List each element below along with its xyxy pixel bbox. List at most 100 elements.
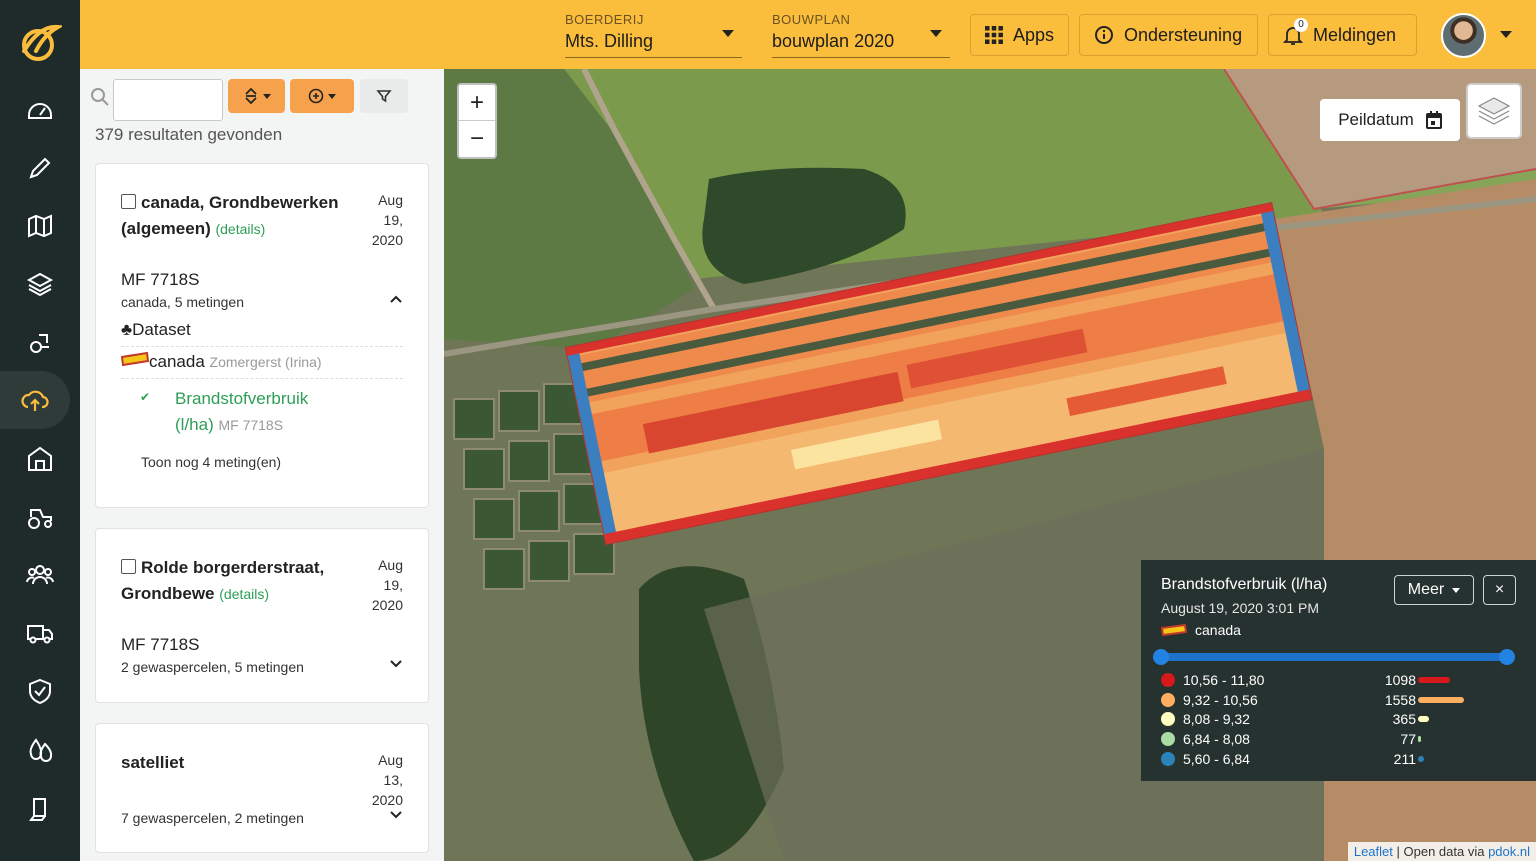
top-bar: BOERDERIJ Mts. Dilling BOUWPLAN bouwplan…: [80, 0, 1536, 69]
legend-crop-name: canada: [1195, 622, 1241, 638]
legend-class-row[interactable]: 8,08 - 9,32 365: [1161, 709, 1501, 729]
card-checkbox[interactable]: [121, 559, 136, 574]
barn-icon[interactable]: [0, 430, 80, 488]
leaflet-link[interactable]: Leaflet: [1354, 844, 1393, 859]
plus-circle-icon: [308, 88, 324, 104]
details-link[interactable]: (details): [215, 221, 265, 237]
crop-variety: Zomergerst (Irina): [209, 354, 322, 370]
layers-icon[interactable]: [0, 255, 80, 313]
add-button[interactable]: [290, 79, 354, 113]
zoom-in-button[interactable]: +: [459, 85, 495, 121]
avatar[interactable]: [1441, 13, 1486, 58]
legend-range: 10,56 - 11,80: [1183, 672, 1265, 688]
calendar-icon: [1425, 111, 1442, 129]
map-view[interactable]: + − Peildatum Brandstofverbruik (l/ha) A…: [444, 69, 1536, 861]
logo-icon[interactable]: [0, 0, 80, 86]
legend-panel: Brandstofverbruik (l/ha) August 19, 2020…: [1141, 560, 1536, 781]
meer-dropdown[interactable]: Meer: [1394, 575, 1474, 605]
notifications-button[interactable]: 0 Meldingen: [1268, 14, 1417, 56]
measurement-link[interactable]: Brandstofverbruik (l/ha) MF 7718S: [175, 386, 375, 438]
legend-class-row[interactable]: 6,84 - 8,08 77: [1161, 729, 1501, 749]
cloud-upload-icon[interactable]: [0, 371, 70, 429]
results-sidebar: 379 resultaten gevonden canada, Grondbew…: [80, 69, 444, 861]
tractor-icon[interactable]: [0, 488, 80, 546]
drops-icon[interactable]: [0, 720, 80, 778]
truck-icon[interactable]: [0, 604, 80, 662]
card-meta: 7 gewaspercelen, 2 metingen: [121, 810, 304, 826]
check-icon: ✔: [140, 390, 151, 404]
result-card[interactable]: satelliet Aug 13, 2020 7 gewaspercelen, …: [95, 723, 429, 853]
card-date-day: 19,: [383, 577, 403, 593]
crop-row[interactable]: canada Zomergerst (Irina): [120, 351, 403, 379]
legend-share-bar: [1418, 716, 1429, 723]
zoom-control: + −: [457, 83, 497, 159]
chevron-down-icon[interactable]: [1500, 31, 1512, 38]
plan-select[interactable]: BOUWPLAN bouwplan 2020: [772, 12, 950, 58]
legend-class-row[interactable]: 10,56 - 11,80 1098: [1161, 670, 1501, 690]
legend-range: 6,84 - 8,08: [1183, 731, 1250, 748]
show-more-link[interactable]: Toon nog 4 meting(en): [141, 454, 281, 470]
card-meta: 2 gewaspercelen, 5 metingen: [121, 659, 304, 675]
card-date-day: 19,: [383, 212, 403, 228]
result-card[interactable]: Rolde borgerderstraat, Grondbewe (detail…: [95, 528, 429, 703]
caret-down-icon: [1452, 587, 1461, 593]
dataset-label: Dataset: [132, 320, 191, 339]
farm-select[interactable]: BOERDERIJ Mts. Dilling: [565, 12, 742, 58]
sort-button[interactable]: [228, 79, 285, 113]
meer-label: Meer: [1407, 581, 1445, 598]
card-machine: MF 7718S: [121, 635, 200, 654]
people-icon[interactable]: [0, 546, 80, 604]
card-date-month: Aug: [378, 557, 403, 573]
result-card[interactable]: canada, Grondbewerken (algemeen) (detail…: [95, 163, 429, 508]
details-link[interactable]: (details): [219, 586, 269, 602]
map-attribution: Leaflet | Open data via pdok.nl: [1347, 842, 1536, 861]
peildatum-button[interactable]: Peildatum: [1320, 99, 1460, 141]
farm-select-value: Mts. Dilling: [565, 31, 654, 51]
card-meta: canada, 5 metingen: [121, 294, 244, 310]
chevron-up-icon[interactable]: [389, 292, 403, 306]
dataset-row[interactable]: ♣Dataset: [121, 320, 403, 347]
notifications-label: Meldingen: [1313, 24, 1397, 45]
card-date: Aug 19, 2020: [353, 190, 403, 250]
support-button[interactable]: Ondersteuning: [1079, 14, 1258, 56]
map-icon[interactable]: [0, 197, 80, 255]
apps-button[interactable]: Apps: [970, 14, 1069, 56]
main-nav: [0, 0, 80, 861]
legend-class-row[interactable]: 5,60 - 6,84 211: [1161, 749, 1501, 769]
filter-button[interactable]: [360, 79, 408, 113]
card-date-year: 2020: [371, 232, 403, 248]
dashboard-icon[interactable]: [0, 81, 80, 139]
attribution-text: Open data via: [1403, 844, 1485, 859]
notifications-count: 0: [1294, 18, 1308, 32]
layers-button[interactable]: [1466, 83, 1522, 139]
bell-icon: 0: [1282, 18, 1308, 46]
crop-field-icon: [120, 351, 150, 367]
tractor-route-icon[interactable]: [0, 313, 80, 371]
legend-color-dot: [1161, 751, 1175, 766]
legend-close-button[interactable]: ×: [1483, 575, 1516, 605]
card-checkbox[interactable]: [121, 194, 136, 209]
chevron-down-icon[interactable]: [389, 657, 403, 671]
shield-check-icon[interactable]: [0, 662, 80, 720]
legend-range: 5,60 - 6,84: [1183, 750, 1250, 767]
legend-color-dot: [1161, 712, 1175, 727]
slider-handle-min[interactable]: [1153, 649, 1169, 665]
measurement-title-2: (l/ha): [175, 415, 214, 434]
pdok-link[interactable]: pdok.nl: [1488, 844, 1530, 859]
plan-select-label: BOUWPLAN: [772, 12, 851, 27]
search-input[interactable]: [113, 79, 223, 121]
legend-date: August 19, 2020 3:01 PM: [1161, 600, 1319, 616]
card-machine: MF 7718S: [121, 270, 200, 289]
legend-range-slider[interactable]: [1153, 649, 1515, 665]
card-date-year: 2020: [371, 597, 403, 613]
zoom-out-button[interactable]: −: [459, 121, 495, 157]
document-icon[interactable]: [0, 780, 80, 838]
legend-title: Brandstofverbruik (l/ha): [1161, 576, 1328, 593]
chevron-down-icon[interactable]: [389, 808, 403, 822]
legend-class-row[interactable]: 9,32 - 10,56 1558: [1161, 690, 1501, 710]
farm-select-label: BOERDERIJ: [565, 12, 644, 27]
legend-share-bar: [1418, 677, 1450, 683]
pencil-icon[interactable]: [0, 139, 80, 197]
slider-handle-max[interactable]: [1499, 649, 1515, 665]
legend-range: 8,08 - 9,32: [1183, 711, 1250, 728]
